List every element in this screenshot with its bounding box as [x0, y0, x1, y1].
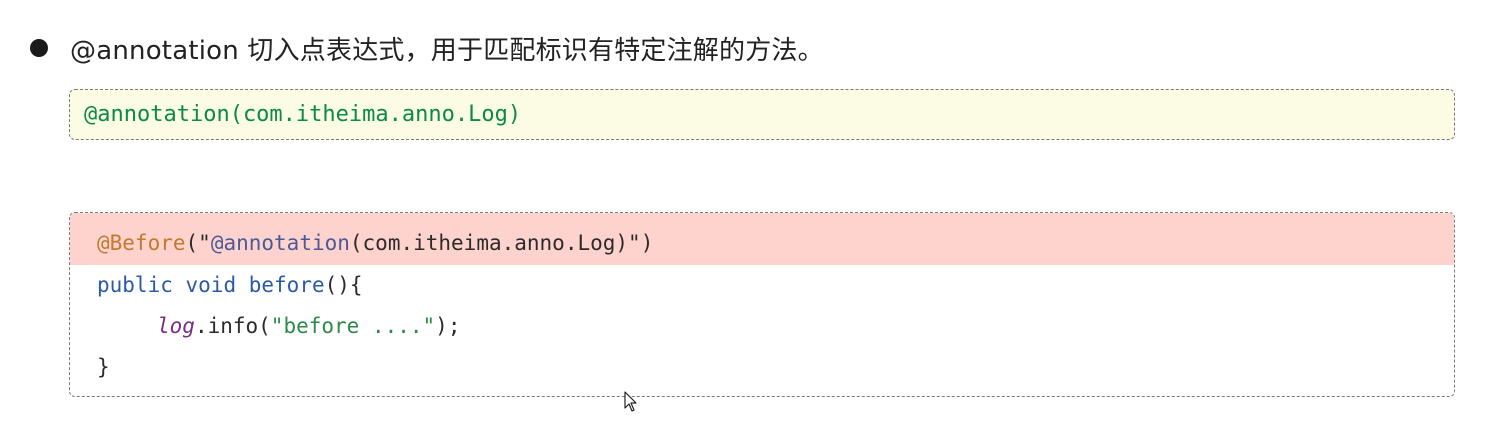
code-string-literal: "before ...." — [270, 314, 436, 338]
code-info-call: .info( — [194, 314, 271, 338]
code-arg-annotation: @annotation — [210, 231, 350, 255]
code-keyword-public: public — [97, 273, 173, 297]
bullet-text: @annotation 切入点表达式，用于匹配标识有特定注解的方法。 — [70, 35, 824, 66]
bullet-dot-icon — [30, 39, 48, 57]
code-line-annotation: @Before("@annotation(com.itheima.anno.Lo… — [70, 213, 1454, 265]
code-line-log-call: log.info("before ...."); — [70, 306, 1454, 347]
code-keyword-void: void — [185, 273, 237, 297]
code-paren-quote-open: (" — [185, 231, 211, 255]
code-line-close-brace: } — [70, 347, 1454, 388]
code-arg-rest: (com.itheima.anno.Log) — [349, 231, 629, 255]
code-block: @Before("@annotation(com.itheima.anno.Lo… — [69, 212, 1455, 397]
expression-code: @annotation(com.itheima.anno.Log) — [84, 102, 522, 127]
code-close-brace: } — [97, 355, 110, 379]
code-annotation-token: @Before — [97, 231, 186, 255]
code-paren-quote-close: ") — [628, 231, 654, 255]
bullet-item: @annotation 切入点表达式，用于匹配标识有特定注解的方法。 — [30, 26, 824, 70]
code-log-field: log — [157, 314, 195, 338]
code-call-end: ); — [435, 314, 461, 338]
code-line-method-signature: public void before(){ — [70, 265, 1454, 306]
code-method-parens: (){ — [324, 273, 363, 297]
code-method-name: before — [248, 273, 325, 297]
mouse-pointer-icon — [624, 391, 637, 412]
expression-code-box: @annotation(com.itheima.anno.Log) — [69, 89, 1455, 140]
